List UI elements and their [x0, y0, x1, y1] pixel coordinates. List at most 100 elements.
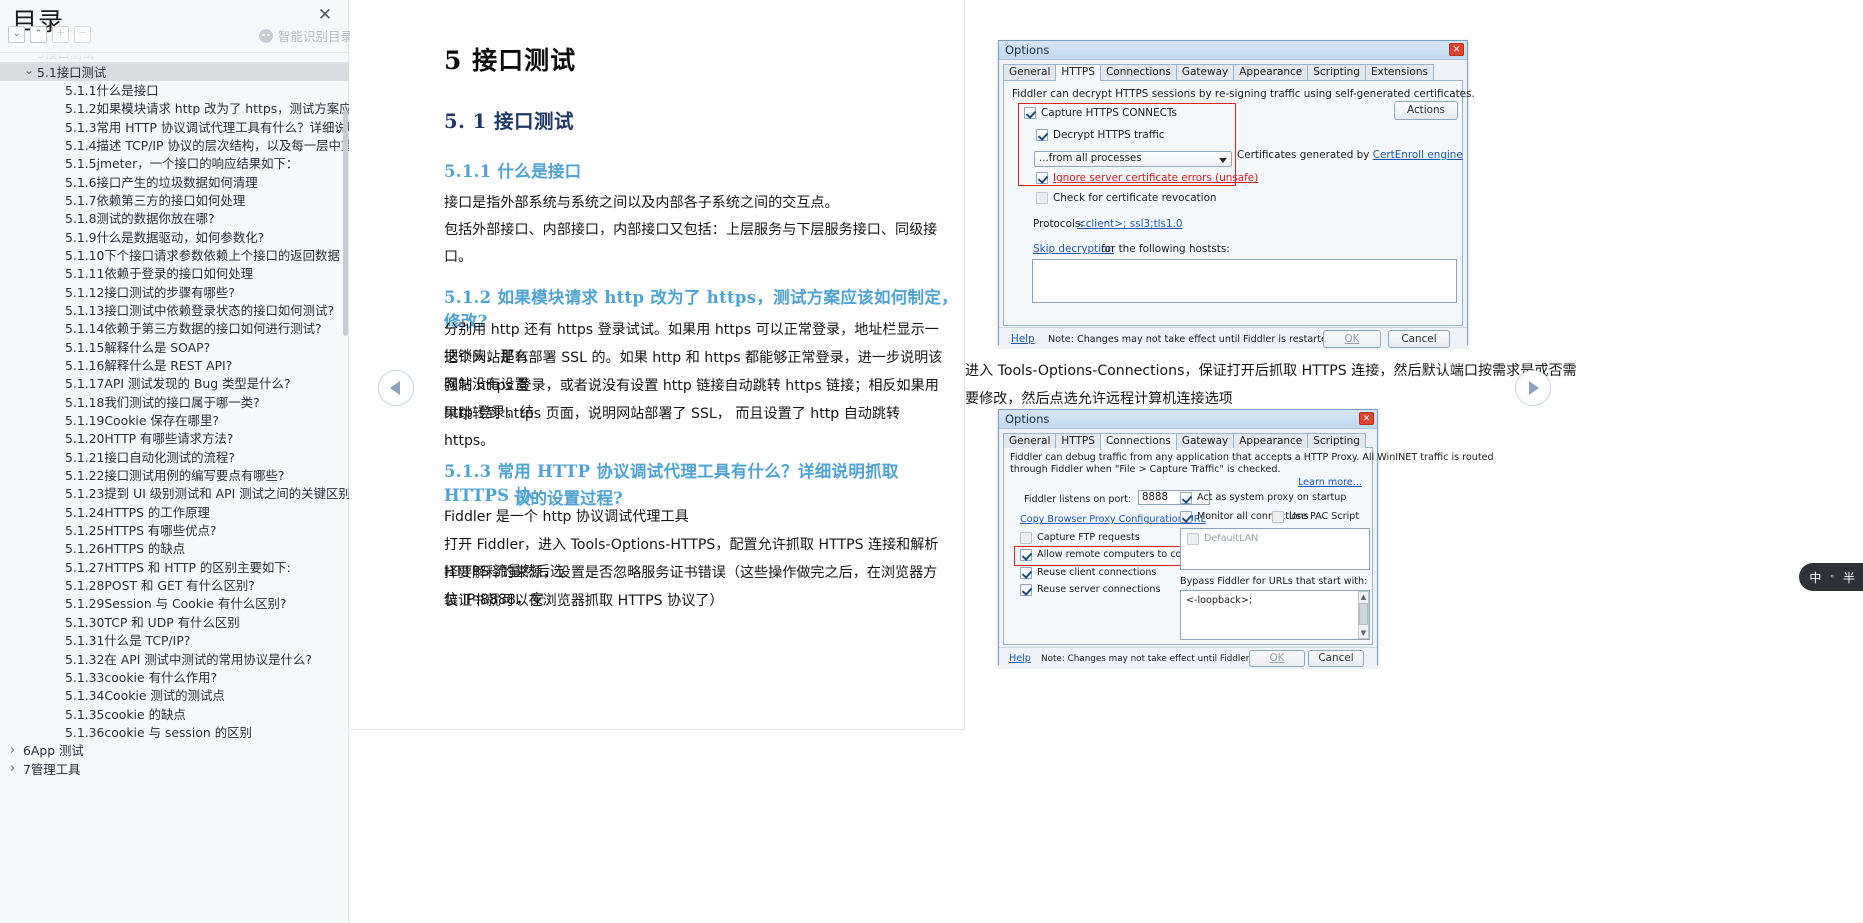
ime-status-widget[interactable]: 中 ∘ 半 [1799, 563, 1863, 591]
chevron-down-icon[interactable] [24, 65, 37, 79]
scroll-down-icon[interactable]: ▼ [1359, 628, 1368, 638]
toc-item[interactable]: 5.1.20HTTP 有哪些请求方法? [0, 429, 349, 447]
default-lan-checkbox[interactable]: DefaultLAN [1187, 533, 1258, 545]
toc-item[interactable]: 5.1.15解释什么是 SOAP? [0, 338, 349, 356]
toc-item[interactable]: 7管理工具 [0, 759, 349, 777]
help-link-connections[interactable]: Help [1009, 653, 1031, 664]
previous-page-button[interactable] [378, 370, 414, 406]
collapse-all-button[interactable]: ⌃ [30, 26, 47, 43]
toc-item[interactable]: 6App 测试 [0, 741, 349, 759]
tab-general[interactable]: General [1003, 433, 1056, 449]
toc-item[interactable]: 5.1.5jmeter，一个接口的响应结果如下： [0, 154, 349, 172]
capture-ftp-checkbox[interactable]: Capture FTP requests [1020, 532, 1140, 544]
toc-item[interactable]: 5.1.30TCP 和 UDP 有什么区别 [0, 613, 349, 631]
protocols-value[interactable]: <client>; ssl3;tls1.0 [1077, 218, 1182, 230]
close-icon[interactable]: ✕ [1449, 43, 1464, 56]
toc-item[interactable]: 5.1.8测试的数据你放在哪? [0, 209, 349, 227]
check-cert-revocation-checkbox[interactable]: Check for certificate revocation [1036, 192, 1217, 204]
tab-appearance[interactable]: Appearance [1233, 64, 1308, 80]
decrypt-scope-select[interactable]: ...from all processes [1034, 151, 1232, 167]
toc-item[interactable]: 5.1.17API 测试发现的 Bug 类型是什么? [0, 374, 349, 392]
toc-item[interactable]: 5.1.3常用 HTTP 协议调试代理工具有什么？详细说明抓 … [0, 117, 349, 135]
toc-item[interactable]: 5.1.32在 API 测试中测试的常用协议是什么? [0, 649, 349, 667]
cancel-button-connections[interactable]: Cancel [1308, 650, 1364, 667]
tab-scripting[interactable]: Scripting [1307, 64, 1366, 80]
cancel-button-https[interactable]: Cancel [1388, 330, 1450, 348]
chevron-right-icon[interactable] [10, 743, 23, 758]
tab-connections[interactable]: Connections [1100, 433, 1177, 450]
toc-item[interactable]: 5.1.36cookie 与 session 的区别 [0, 723, 349, 741]
copy-proxy-url-link[interactable]: Copy Browser Proxy Configuration URL [1020, 514, 1206, 525]
reuse-client-connections-checkbox[interactable]: Reuse client connections [1020, 567, 1156, 579]
decrease-level-button[interactable]: － [74, 26, 91, 43]
toc-item[interactable]: 5.1接口测试 [0, 62, 349, 80]
decrypt-https-traffic-checkbox[interactable]: Decrypt HTTPS traffic [1036, 129, 1164, 141]
bypass-scrollbar[interactable]: ▲ ▼ [1358, 591, 1369, 639]
toc-item[interactable]: 5.1.23提到 UI 级别测试和 API 测试之间的关键区别? [0, 484, 349, 502]
ignore-cert-errors-checkbox[interactable]: Ignore server certificate errors (unsafe… [1036, 172, 1258, 184]
tab-https[interactable]: HTTPS [1055, 64, 1101, 81]
toc-item[interactable]: 5.1.33cookie 有什么作用? [0, 668, 349, 686]
toc-item[interactable]: 5.1.14依赖于第三方数据的接口如何进行测试? [0, 319, 349, 337]
tab-extensions[interactable]: Extensions [1365, 64, 1434, 80]
help-link-https[interactable]: Help [1011, 333, 1035, 345]
toc-item[interactable]: 5.1.9什么是数据驱动，如何参数化? [0, 227, 349, 245]
toc-item[interactable]: 5.1.25HTTPS 有哪些优点? [0, 521, 349, 539]
act-as-system-proxy-checkbox[interactable]: Act as system proxy on startup [1180, 492, 1346, 504]
cert-engine-link[interactable]: CertEnroll engine [1373, 149, 1463, 161]
tab-gateway[interactable]: Gateway [1176, 64, 1234, 80]
toc-item[interactable]: 5.1.2如果模块请求 http 改为了 https，测试方案应该如 … [0, 99, 349, 117]
dialog-titlebar-connections[interactable]: Options ✕ [999, 410, 1377, 429]
reuse-server-connections-checkbox[interactable]: Reuse server connections [1020, 584, 1160, 596]
bypass-textarea[interactable]: <-loopback>; ▲ ▼ [1180, 590, 1370, 640]
tab-appearance[interactable]: Appearance [1233, 433, 1308, 449]
toc-item[interactable]: 5.1.28POST 和 GET 有什么区别? [0, 576, 349, 594]
toc-item[interactable]: 5.1.21接口自动化测试的流程? [0, 448, 349, 466]
ok-button-https[interactable]: OK [1323, 330, 1381, 348]
capture-https-connects-checkbox[interactable]: Capture HTTPS CONNECTs [1024, 107, 1177, 119]
toc-item[interactable]: 5.1.27HTTPS 和 HTTP 的区别主要如下: [0, 558, 349, 576]
toc-item[interactable]: 5.1.6接口产生的垃圾数据如何清理 [0, 172, 349, 190]
toc-item[interactable]: 5接口测试 [0, 52, 349, 62]
toc-item[interactable]: 5.1.10下个接口请求参数依赖上个接口的返回数据 [0, 246, 349, 264]
toc-item[interactable]: 5.1.22接口测试用例的编写要点有哪些? [0, 466, 349, 484]
ok-button-connections[interactable]: OK [1249, 650, 1305, 667]
toc-item[interactable]: 5.1.35cookie 的缺点 [0, 704, 349, 722]
close-icon[interactable]: ✕ [316, 6, 334, 24]
use-pac-script-checkbox[interactable]: Use PAC Script [1272, 511, 1359, 523]
toc-item[interactable]: 5.1.7依赖第三方的接口如何处理 [0, 191, 349, 209]
expand-all-button[interactable]: ⌄ [8, 26, 25, 43]
toc-item[interactable]: 5.1.19Cookie 保存在哪里? [0, 411, 349, 429]
toc-scroll-area[interactable]: 5接口测试5.1接口测试5.1.1什么是接口5.1.2如果模块请求 http 改… [0, 52, 349, 923]
tab-connections[interactable]: Connections [1100, 64, 1177, 80]
toc-item[interactable]: 5.1.11依赖于登录的接口如何处理 [0, 264, 349, 282]
toc-item[interactable]: 5.1.12接口测试的步骤有哪些? [0, 282, 349, 300]
skip-hosts-textarea[interactable] [1032, 259, 1457, 303]
lan-list-box[interactable]: DefaultLAN [1180, 528, 1370, 570]
tab-https[interactable]: HTTPS [1055, 433, 1101, 449]
tab-general[interactable]: General [1003, 64, 1056, 80]
tab-scripting[interactable]: Scripting [1307, 433, 1366, 449]
learn-more-link[interactable]: Learn more... [1298, 477, 1362, 488]
increase-level-button[interactable]: ＋ [52, 26, 69, 43]
toc-item[interactable]: 5.1.34Cookie 测试的测试点 [0, 686, 349, 704]
toc-item[interactable]: 5.1.18我们测试的接口属于哪一类? [0, 393, 349, 411]
toc-item[interactable]: 5.1.13接口测试中依赖登录状态的接口如何测试? [0, 301, 349, 319]
toc-item[interactable]: 5.1.24HTTPS 的工作原理 [0, 503, 349, 521]
toc-item[interactable]: 5.1.29Session 与 Cookie 有什么区别? [0, 594, 349, 612]
toc-item[interactable]: 5.1.4描述 TCP/IP 协议的层次结构，以及每一层中重要 … [0, 136, 349, 154]
toc-item[interactable]: 5.1.31什么是 TCP/IP? [0, 631, 349, 649]
next-page-button[interactable] [1515, 370, 1551, 406]
toc-item[interactable]: 5.1.26HTTPS 的缺点 [0, 539, 349, 557]
toc-item[interactable]: 5.1.16解释什么是 REST API? [0, 356, 349, 374]
ai-toc-button[interactable]: 智能识别目录 [259, 26, 353, 45]
toc-item[interactable]: 5.1.1什么是接口 [0, 81, 349, 99]
toc-scrollbar[interactable] [343, 111, 348, 336]
actions-button[interactable]: Actions [1394, 101, 1458, 120]
chevron-right-icon[interactable] [10, 761, 23, 776]
scroll-up-icon[interactable]: ▲ [1359, 592, 1368, 602]
dialog-titlebar-https[interactable]: Options ✕ [999, 41, 1467, 60]
tab-gateway[interactable]: Gateway [1176, 433, 1234, 449]
scrollbar-thumb[interactable] [1359, 603, 1368, 625]
close-icon[interactable]: ✕ [1359, 412, 1374, 425]
